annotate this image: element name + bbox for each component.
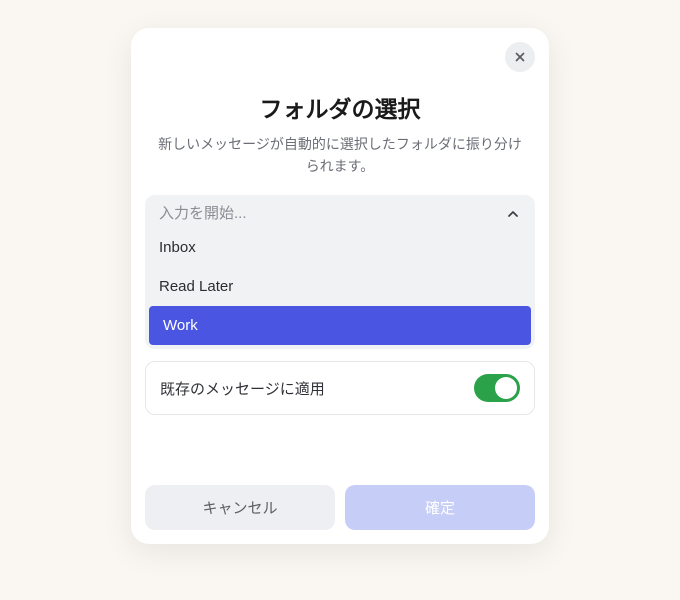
- modal-subtitle: 新しいメッセージが自動的に選択したフォルダに振り分けられます。: [155, 134, 525, 177]
- combobox-input-row: [145, 195, 535, 228]
- close-icon: [513, 50, 527, 64]
- apply-existing-label: 既存のメッセージに適用: [160, 378, 325, 399]
- modal-footer: キャンセル 確定: [145, 485, 535, 530]
- folder-option-read-later[interactable]: Read Later: [145, 267, 535, 306]
- apply-existing-toggle[interactable]: [474, 374, 520, 402]
- confirm-button[interactable]: 確定: [345, 485, 535, 530]
- modal-header: フォルダの選択 新しいメッセージが自動的に選択したフォルダに振り分けられます。: [145, 44, 535, 195]
- folder-search-input[interactable]: [159, 205, 505, 222]
- modal-title: フォルダの選択: [155, 90, 525, 124]
- folder-option-inbox[interactable]: Inbox: [145, 228, 535, 267]
- chevron-up-icon[interactable]: [505, 206, 521, 222]
- toggle-knob: [495, 377, 517, 399]
- cancel-button[interactable]: キャンセル: [145, 485, 335, 530]
- close-button[interactable]: [505, 42, 535, 72]
- folder-combobox[interactable]: Inbox Read Later Work: [145, 195, 535, 349]
- folder-option-work[interactable]: Work: [149, 306, 531, 345]
- apply-existing-row: 既存のメッセージに適用: [145, 361, 535, 415]
- folder-select-modal: フォルダの選択 新しいメッセージが自動的に選択したフォルダに振り分けられます。 …: [131, 28, 549, 544]
